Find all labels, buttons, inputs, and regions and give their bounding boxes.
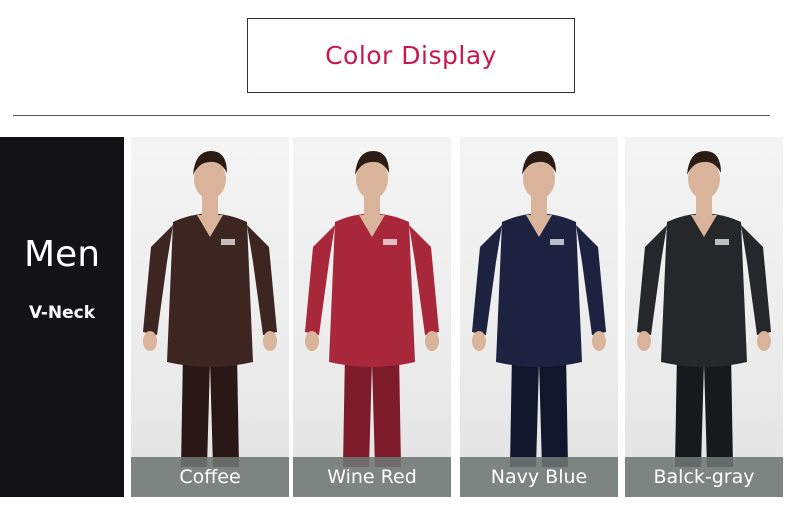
left-sleeve bbox=[472, 225, 502, 335]
neckline-label: V-Neck bbox=[28, 303, 96, 323]
color-name: Balck-gray bbox=[653, 466, 755, 488]
left-hand bbox=[637, 331, 651, 351]
model-figure bbox=[143, 151, 277, 467]
color-name: Wine Red bbox=[327, 466, 417, 488]
chest-logo bbox=[715, 239, 729, 245]
product-card-balck-gray[interactable]: Balck-gray bbox=[625, 137, 783, 497]
color-label-bar: Wine Red bbox=[293, 457, 451, 497]
gender-label: Men bbox=[23, 234, 101, 275]
chest-logo bbox=[221, 239, 235, 245]
right-sleeve bbox=[409, 225, 439, 335]
right-sleeve bbox=[247, 225, 277, 335]
right-sleeve bbox=[576, 225, 606, 335]
left-sleeve bbox=[637, 225, 667, 335]
product-card-wine-red[interactable]: Wine Red bbox=[293, 137, 451, 497]
pants bbox=[181, 352, 239, 467]
page-title: Color Display bbox=[325, 41, 497, 70]
color-name: Coffee bbox=[179, 466, 241, 488]
left-hand bbox=[305, 331, 319, 351]
divider bbox=[13, 115, 770, 116]
color-label-bar: Balck-gray bbox=[625, 457, 783, 497]
left-sleeve bbox=[143, 225, 173, 335]
right-hand bbox=[757, 331, 771, 351]
chest-logo bbox=[550, 239, 564, 245]
right-hand bbox=[263, 331, 277, 351]
category-panel: Men V-Neck bbox=[0, 137, 124, 497]
chest-logo bbox=[383, 239, 397, 245]
right-hand bbox=[592, 331, 606, 351]
left-hand bbox=[472, 331, 486, 351]
pants bbox=[510, 352, 568, 467]
model-figure bbox=[472, 151, 606, 467]
product-card-coffee[interactable]: Coffee bbox=[131, 137, 289, 497]
product-card-navy-blue[interactable]: Navy Blue bbox=[460, 137, 618, 497]
color-label-bar: Navy Blue bbox=[460, 457, 618, 497]
right-hand bbox=[425, 331, 439, 351]
pants bbox=[343, 352, 401, 467]
left-hand bbox=[143, 331, 157, 351]
right-sleeve bbox=[741, 225, 771, 335]
color-label-bar: Coffee bbox=[131, 457, 289, 497]
title-box: Color Display bbox=[247, 18, 575, 93]
color-name: Navy Blue bbox=[490, 466, 588, 488]
model-figure bbox=[637, 151, 771, 467]
pants bbox=[675, 352, 733, 467]
model-figure bbox=[305, 151, 439, 467]
left-sleeve bbox=[305, 225, 335, 335]
